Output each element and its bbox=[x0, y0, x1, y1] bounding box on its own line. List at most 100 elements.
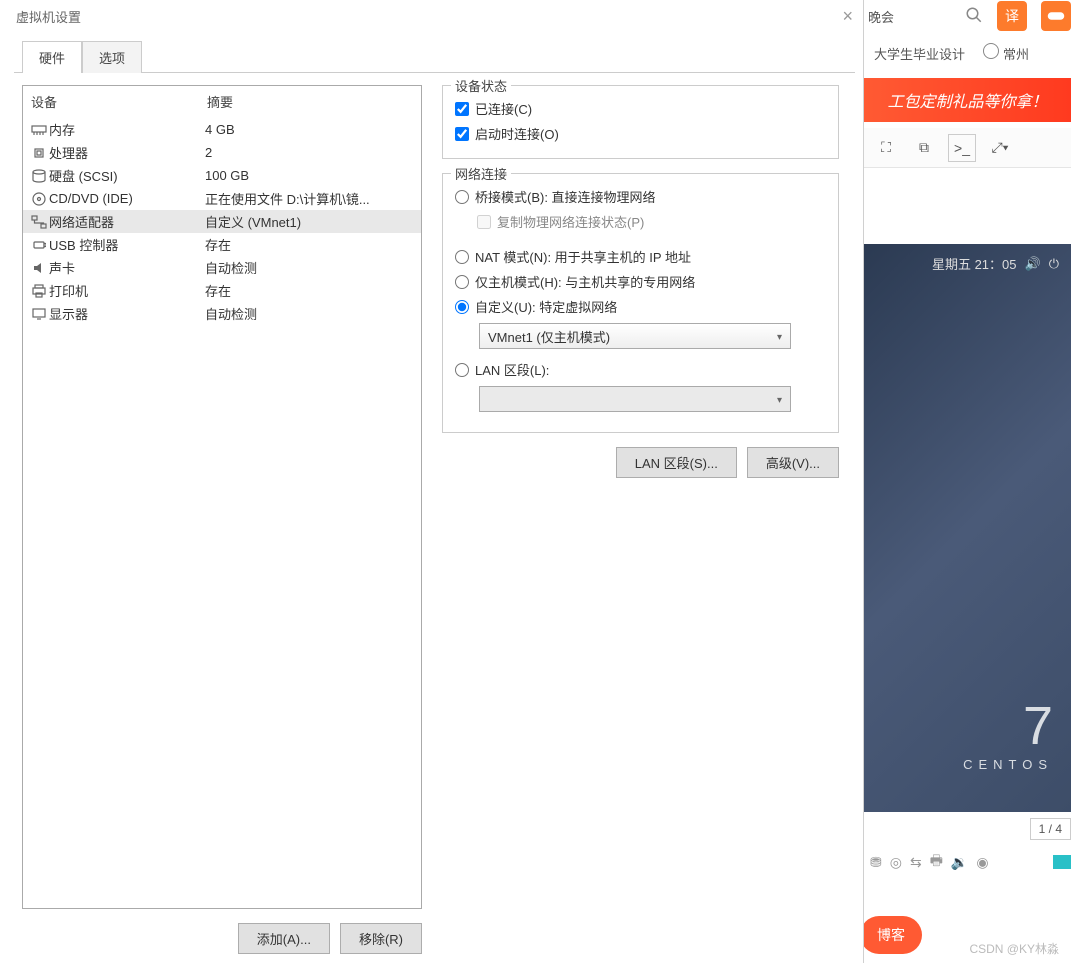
hostonly-radio[interactable]: 仅主机模式(H): 与主机共享的专用网络 bbox=[455, 269, 826, 294]
hardware-row[interactable]: 内存4 GB bbox=[23, 118, 421, 141]
hardware-label: 声卡 bbox=[49, 258, 205, 277]
browser-top: 晚会 译 bbox=[864, 0, 1071, 32]
custom-network-select[interactable]: VMnet1 (仅主机模式) ▾ bbox=[479, 323, 791, 349]
tab-options[interactable]: 选项 bbox=[82, 41, 142, 73]
network-icon bbox=[29, 215, 49, 229]
tool-snapshot-icon[interactable]: ⧉ bbox=[910, 134, 938, 162]
remove-button[interactable]: 移除(R) bbox=[340, 923, 422, 954]
lan-input[interactable] bbox=[455, 363, 469, 377]
rec-status-icon[interactable]: ◉ bbox=[976, 854, 988, 871]
hardware-row[interactable]: 硬盘 (SCSI)100 GB bbox=[23, 164, 421, 187]
network-buttons: LAN 区段(S)... 高级(V)... bbox=[442, 447, 839, 478]
hardware-label: 打印机 bbox=[49, 281, 205, 300]
centos-logo: 7 CENTOS bbox=[963, 699, 1053, 772]
hardware-label: 硬盘 (SCSI) bbox=[49, 166, 205, 185]
connect-at-power-input[interactable] bbox=[455, 127, 469, 141]
hardware-row[interactable]: USB 控制器存在 bbox=[23, 233, 421, 256]
connect-at-power-checkbox[interactable]: 启动时连接(O) bbox=[455, 121, 826, 146]
sound-icon bbox=[29, 261, 49, 275]
nat-input[interactable] bbox=[455, 250, 469, 264]
display-icon bbox=[29, 307, 49, 321]
cd-icon bbox=[29, 192, 49, 206]
lan-radio[interactable]: LAN 区段(L): bbox=[455, 357, 826, 382]
hardware-summary: 100 GB bbox=[205, 168, 415, 183]
tray-app-icon[interactable] bbox=[1053, 855, 1071, 869]
bookmark-bar: 大学生毕业设计 常州 bbox=[864, 38, 1071, 68]
power-icon[interactable]: ⏻ bbox=[1049, 256, 1059, 272]
game-button[interactable] bbox=[1041, 1, 1071, 31]
chevron-down-icon: ▾ bbox=[777, 395, 782, 406]
hardware-column: 设备 摘要 内存4 GB处理器2硬盘 (SCSI)100 GBCD/DVD (I… bbox=[22, 85, 422, 963]
col-summary: 摘要 bbox=[207, 92, 233, 111]
bridged-input[interactable] bbox=[455, 190, 469, 204]
sound-status-icon[interactable]: 🔉 bbox=[951, 854, 968, 871]
bookmark-item[interactable]: 常州 bbox=[983, 43, 1029, 63]
settings-panel: 设备状态 已连接(C) 启动时连接(O) 网络连接 桥接模式(B): 直接连接物… bbox=[442, 85, 847, 963]
hostonly-input[interactable] bbox=[455, 275, 469, 289]
tool-console-icon[interactable]: >_ bbox=[948, 134, 976, 162]
hardware-list[interactable]: 设备 摘要 内存4 GB处理器2硬盘 (SCSI)100 GBCD/DVD (I… bbox=[22, 85, 422, 909]
tool-fullscreen-icon[interactable]: ⤢▾ bbox=[986, 134, 1014, 162]
hardware-label: 内存 bbox=[49, 120, 205, 139]
hardware-summary: 自动检测 bbox=[205, 258, 415, 277]
hardware-header: 设备 摘要 bbox=[23, 86, 421, 118]
bookmark-item[interactable]: 大学生毕业设计 bbox=[874, 44, 965, 63]
print-status-icon[interactable]: 🖶 bbox=[930, 850, 943, 874]
hardware-summary: 自动检测 bbox=[205, 304, 415, 323]
memory-icon bbox=[29, 124, 49, 136]
lan-segment-select: ▾ bbox=[479, 386, 791, 412]
vm-status-icons: ⛃ ◎ ⇆ 🖶 🔉 ◉ bbox=[870, 848, 1071, 876]
device-status-group: 设备状态 已连接(C) 启动时连接(O) bbox=[442, 85, 839, 159]
printer-icon bbox=[29, 284, 49, 298]
search-icon[interactable] bbox=[965, 6, 983, 27]
bridged-radio[interactable]: 桥接模式(B): 直接连接物理网络 bbox=[455, 184, 826, 209]
connected-checkbox[interactable]: 已连接(C) bbox=[455, 96, 826, 121]
cpu-icon bbox=[29, 146, 49, 160]
advanced-button[interactable]: 高级(V)... bbox=[747, 447, 839, 478]
globe-icon bbox=[983, 43, 999, 59]
translate-button[interactable]: 译 bbox=[997, 1, 1027, 31]
vm-settings-dialog: 虚拟机设置 × 硬件 选项 设备 摘要 内存4 GB处理器2硬盘 (SCSI)1… bbox=[6, 0, 864, 963]
dialog-titlebar: 虚拟机设置 × bbox=[6, 0, 863, 32]
network-legend: 网络连接 bbox=[451, 164, 511, 183]
watermark: CSDN @KY林淼 bbox=[969, 940, 1059, 957]
hardware-row[interactable]: 声卡自动检测 bbox=[23, 256, 421, 279]
hardware-summary: 自定义 (VMnet1) bbox=[205, 212, 415, 231]
ad-banner[interactable]: 工包定制礼品等你拿！ bbox=[864, 78, 1071, 122]
blog-button[interactable]: 博客 bbox=[860, 916, 922, 954]
chevron-down-icon: ▾ bbox=[777, 332, 782, 343]
tab-hardware[interactable]: 硬件 bbox=[22, 41, 82, 73]
hardware-label: 网络适配器 bbox=[49, 212, 205, 231]
hardware-label: CD/DVD (IDE) bbox=[49, 191, 205, 206]
hardware-row[interactable]: 打印机存在 bbox=[23, 279, 421, 302]
custom-input[interactable] bbox=[455, 300, 469, 314]
tool-fit-icon[interactable]: ⛶ bbox=[872, 134, 900, 162]
browser-tab-text: 晚会 bbox=[868, 7, 894, 26]
hardware-row[interactable]: 处理器2 bbox=[23, 141, 421, 164]
lan-segments-button[interactable]: LAN 区段(S)... bbox=[616, 447, 737, 478]
hardware-label: 显示器 bbox=[49, 304, 205, 323]
net-status-icon[interactable]: ⇆ bbox=[910, 854, 922, 871]
connected-input[interactable] bbox=[455, 102, 469, 116]
hardware-summary: 存在 bbox=[205, 281, 415, 300]
pager: 1 / 4 bbox=[1030, 818, 1071, 840]
hardware-row[interactable]: CD/DVD (IDE)正在使用文件 D:\计算机\镜... bbox=[23, 187, 421, 210]
volume-icon[interactable]: 🔊 bbox=[1025, 256, 1041, 272]
vm-desktop: 星期五 21：05 🔊 ⏻ 7 CENTOS bbox=[864, 244, 1071, 812]
hardware-row[interactable]: 网络适配器自定义 (VMnet1) bbox=[23, 210, 421, 233]
disk-status-icon[interactable]: ⛃ bbox=[870, 854, 882, 871]
dialog-tabs: 硬件 选项 bbox=[6, 32, 863, 72]
custom-radio[interactable]: 自定义(U): 特定虚拟网络 bbox=[455, 294, 826, 319]
hardware-summary: 存在 bbox=[205, 235, 415, 254]
add-button[interactable]: 添加(A)... bbox=[238, 923, 330, 954]
hardware-row[interactable]: 显示器自动检测 bbox=[23, 302, 421, 325]
hardware-summary: 2 bbox=[205, 145, 415, 160]
cd-status-icon[interactable]: ◎ bbox=[890, 854, 902, 871]
close-icon[interactable]: × bbox=[842, 6, 853, 27]
hardware-label: 处理器 bbox=[49, 143, 205, 162]
dialog-title: 虚拟机设置 bbox=[16, 7, 842, 26]
network-group: 网络连接 桥接模式(B): 直接连接物理网络 复制物理网络连接状态(P) NAT… bbox=[442, 173, 839, 433]
vm-toolbar: ⛶ ⧉ >_ ⤢▾ bbox=[864, 128, 1071, 168]
disk-icon bbox=[29, 169, 49, 183]
nat-radio[interactable]: NAT 模式(N): 用于共享主机的 IP 地址 bbox=[455, 244, 826, 269]
